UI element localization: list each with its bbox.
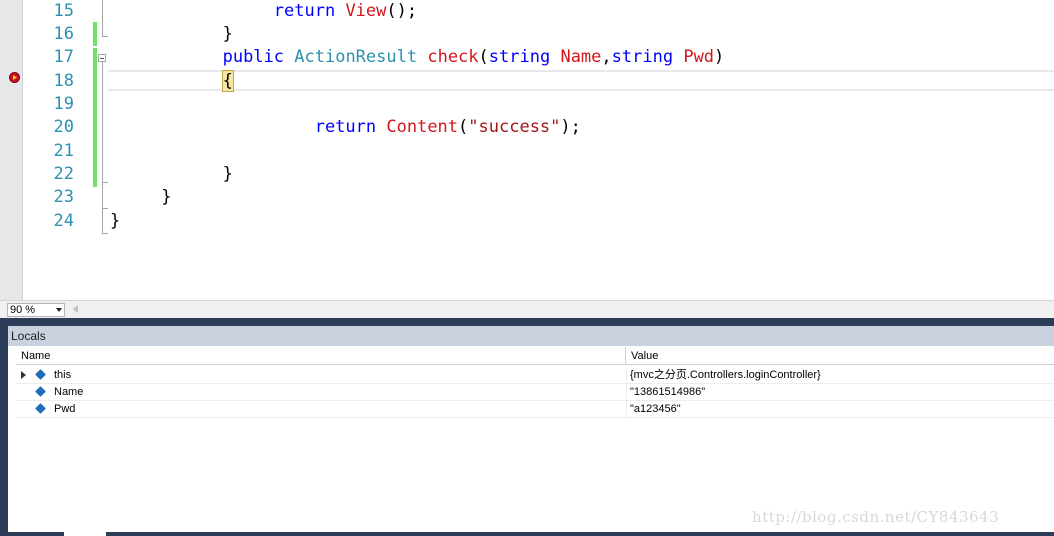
code-line-18[interactable]: { [110, 70, 234, 93]
variable-name: this [54, 369, 72, 381]
closing-brace: } [222, 164, 233, 184]
breakpoint-current-icon[interactable] [9, 72, 20, 83]
keyword: return [273, 1, 336, 21]
line-number: 17 [53, 47, 74, 67]
change-marker-saved [93, 22, 97, 46]
variable-name: Name [54, 386, 84, 398]
closing-brace: } [110, 211, 121, 231]
closing-brace: } [222, 24, 233, 44]
collapse-region-icon[interactable] [98, 54, 106, 62]
zoom-dropdown[interactable]: 90 % [7, 303, 65, 317]
variable-value[interactable]: "13861514986" [630, 384, 705, 400]
method-name: check [427, 47, 479, 67]
locals-row[interactable]: Pwd "a123456" [16, 401, 1054, 418]
code-line-17[interactable]: public ActionResult check(string Name,st… [110, 46, 725, 69]
code-line-15[interactable]: return View(); [110, 0, 417, 23]
line-number: 23 [53, 187, 74, 207]
line-number: 24 [53, 211, 74, 231]
field-icon [35, 386, 46, 397]
parameter-name: Name [560, 47, 602, 67]
punctuation: ); [560, 117, 581, 137]
line-number: 15 [53, 1, 74, 21]
tab-gap [64, 532, 106, 536]
code-line-24[interactable]: } [110, 210, 120, 233]
column-divider [626, 384, 627, 401]
column-divider [626, 401, 627, 418]
outline-guide [102, 208, 104, 233]
variable-name: Pwd [54, 403, 76, 415]
column-header-name[interactable]: Name [16, 347, 626, 365]
punctuation: (); [386, 1, 418, 21]
glyph-margin[interactable] [0, 0, 23, 300]
code-line-20[interactable]: return Content("success"); [110, 116, 581, 139]
code-line-23[interactable]: } [110, 186, 171, 209]
type-name: ActionResult [294, 47, 418, 67]
outline-guide [102, 0, 104, 36]
line-number: 21 [53, 141, 74, 161]
string-literal: "success" [468, 117, 561, 137]
punctuation: ) [714, 47, 725, 67]
outline-guide [102, 62, 104, 182]
method-name: Content [386, 117, 459, 137]
punctuation: ( [458, 117, 469, 137]
line-number: 18 [53, 71, 74, 91]
parameter-name: Pwd [683, 47, 715, 67]
closing-brace: } [161, 187, 172, 207]
chevron-down-icon[interactable] [56, 308, 62, 312]
code-line-16[interactable]: } [110, 23, 233, 46]
current-line-highlight [108, 70, 1054, 91]
opening-brace-current-statement: { [221, 70, 234, 92]
column-divider [626, 367, 627, 384]
outline-guide [102, 182, 104, 208]
locals-column-header: Name Value [16, 347, 1054, 365]
outline-guide-end [102, 36, 108, 37]
line-number: 16 [53, 24, 74, 44]
punctuation: , [601, 47, 612, 67]
tool-window-frame-bottom [8, 532, 1054, 536]
line-number: 22 [53, 164, 74, 184]
scroll-left-arrow-icon[interactable] [73, 305, 78, 313]
keyword: string [488, 47, 551, 67]
column-header-value[interactable]: Value [626, 347, 1054, 365]
change-marker-saved [93, 48, 97, 187]
window-splitter[interactable] [0, 318, 1054, 326]
keyword: string [611, 47, 674, 67]
outline-guide-end [102, 233, 108, 234]
locals-row[interactable]: Name "13861514986" [16, 384, 1054, 401]
tool-window-frame [0, 326, 8, 536]
keyword: public [222, 47, 285, 67]
locals-window: Locals Name Value this {mvc之分页.Controlle… [0, 326, 1054, 536]
code-editor[interactable]: 15 16 17 18 19 20 21 22 23 24 return Vie… [0, 0, 1054, 300]
variable-value[interactable]: {mvc之分页.Controllers.loginController} [630, 367, 821, 383]
watermark-text: http://blog.csdn.net/CY843643 [752, 508, 1000, 526]
code-line-22[interactable]: } [110, 163, 233, 186]
locals-row[interactable]: this {mvc之分页.Controllers.loginController… [16, 367, 1054, 384]
field-icon [35, 403, 46, 414]
object-icon [35, 369, 46, 380]
line-number: 20 [53, 117, 74, 137]
keyword: return [314, 117, 377, 137]
punctuation: ( [478, 47, 489, 67]
zoom-value: 90 % [10, 304, 36, 316]
line-number: 19 [53, 94, 74, 114]
editor-bottom-bar: 90 % [0, 300, 1054, 319]
locals-title[interactable]: Locals [8, 326, 1054, 346]
expand-arrow-icon[interactable] [21, 371, 26, 379]
variable-value[interactable]: "a123456" [630, 401, 681, 417]
method-name: View [345, 1, 387, 21]
